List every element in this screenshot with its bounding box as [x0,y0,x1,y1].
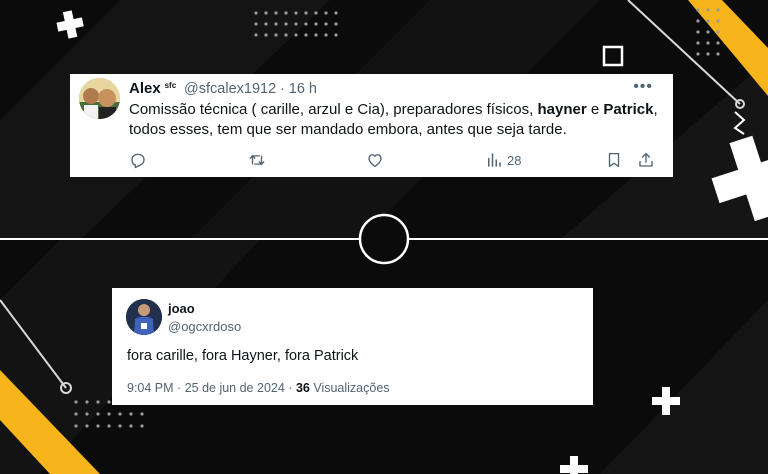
author-badge: sfc [164,81,177,90]
bookmark-icon [608,152,620,168]
avatar[interactable] [126,299,162,335]
plus-icon [56,10,84,39]
tweet-text-part: Comissão técnica ( carille, arzul e Cia)… [129,101,538,118]
yellow-stripe [688,0,768,96]
tweet-text-bold: Patrick [603,101,654,118]
tweet-meta: 9:04 PM · 25 de jun de 2024 · 36 Visuali… [127,381,390,395]
tweet-card[interactable]: Alex sfc @sfcalex1912 · 16 h ••• Comissã… [70,74,673,177]
plus-icon [560,456,588,474]
retweet-icon [249,155,265,165]
separator-dot: · [177,381,182,395]
retweet-button[interactable] [248,151,266,169]
separator-dot: · [280,81,285,97]
separator-dot: · [288,381,293,395]
tweet-text: Comissão técnica ( carille, arzul e Cia)… [129,100,664,140]
views-label: Visualizações [313,381,390,395]
tweet-text: fora carille, fora Hayner, fora Patrick [127,348,359,364]
views-count: 28 [507,152,522,168]
tweet-text-bold: hayner [537,101,587,118]
circle-outline-icon [358,213,410,265]
views-button[interactable]: 28 [485,151,521,169]
like-icon [368,154,382,168]
author-name[interactable]: Alex [129,80,161,97]
bookmark-button[interactable] [605,151,623,169]
author-handle[interactable]: @sfcalex1912 [184,81,276,97]
more-options-icon[interactable]: ••• [633,78,653,96]
avatar-image [126,299,162,335]
author-name[interactable]: joao [168,301,195,316]
tweet-date[interactable]: 25 de jun de 2024 [185,381,285,395]
reply-icon [131,153,145,169]
tweet-card[interactable]: joao @ogcxrdoso fora carille, fora Hayne… [112,288,593,405]
views-count: 36 [295,381,310,395]
author-handle[interactable]: @ogcxrdoso [168,319,241,334]
tweet-time[interactable]: 16 h [289,81,317,97]
dark-band [600,300,768,474]
share-button[interactable] [637,151,655,169]
tweet-time[interactable]: 9:04 PM [127,381,174,395]
tweet-text-part: e [586,101,604,118]
reply-button[interactable] [129,151,147,169]
like-button[interactable] [366,151,384,169]
tweet-header: Alex sfc @sfcalex1912 · 16 h [129,80,317,97]
avatar-image [79,78,120,119]
tweet-actions: 28 [129,151,659,171]
views-icon [488,153,501,167]
avatar[interactable] [79,78,120,119]
share-icon [639,152,653,167]
square-outline-icon [602,45,624,67]
